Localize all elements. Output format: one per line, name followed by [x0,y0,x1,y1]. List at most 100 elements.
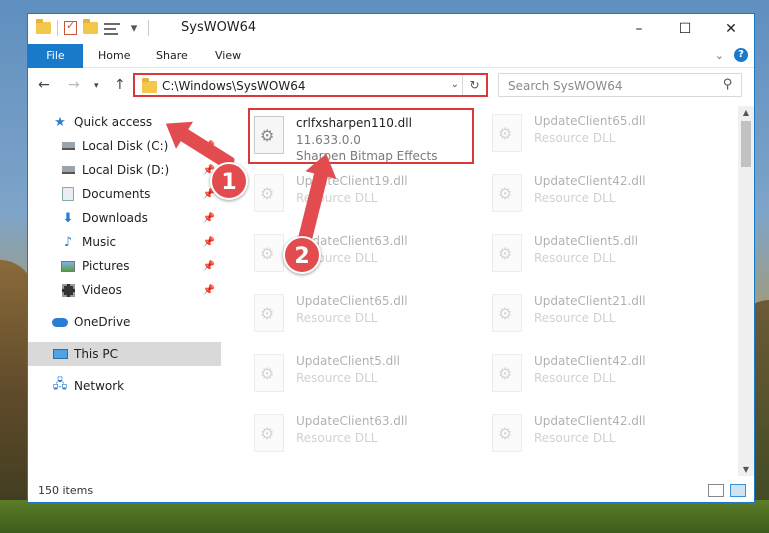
dll-file-icon [492,294,522,332]
nav-music[interactable]: ♪ Music 📌 [28,230,221,254]
title-bar: ▾ SysWOW64 – ☐ ✕ [28,14,754,44]
file-item[interactable]: UpdateClient19.dll Resource DLL [250,168,475,222]
address-bar[interactable]: C:\Windows\SysWOW64 ⌄ ↻ [133,73,488,97]
recent-locations-icon[interactable]: ▾ [94,81,99,91]
details-view-icon[interactable] [708,484,724,497]
annotation-step-1: 1 [210,162,248,200]
nav-onedrive[interactable]: OneDrive [28,310,221,334]
file-type: Resource DLL [296,311,378,325]
network-icon: 🖧 [52,377,68,392]
file-type: Resource DLL [534,311,616,325]
toolbar-separator [57,20,58,36]
folder-icon [142,78,157,93]
nav-label: Quick access [74,115,153,129]
file-type: Resource DLL [296,371,378,385]
pin-icon[interactable]: 📌 [203,261,215,272]
pin-icon[interactable]: 📌 [203,285,215,296]
large-icons-view-icon[interactable] [730,484,746,497]
search-input[interactable]: Search SysWOW64 ⚲ [498,73,742,97]
back-arrow-icon[interactable]: ← [38,77,50,93]
file-type: Resource DLL [534,431,616,445]
drive-icon [60,139,76,153]
toolbar-dropdown-icon[interactable]: ▾ [126,21,142,36]
file-type: Resource DLL [534,191,616,205]
dll-file-icon [492,354,522,392]
search-icon[interactable]: ⚲ [723,77,733,92]
forward-arrow-icon[interactable]: → [68,77,80,93]
close-button[interactable]: ✕ [708,14,754,44]
tab-view[interactable]: View [215,44,241,68]
file-name: UpdateClient21.dll [534,294,646,308]
window-controls: – ☐ ✕ [616,14,754,44]
file-item[interactable]: UpdateClient65.dll Resource DLL [488,108,713,162]
file-item[interactable]: UpdateClient5.dll Resource DLL [488,228,713,282]
nav-network[interactable]: 🖧 Network [28,374,221,398]
file-item[interactable]: UpdateClient5.dll Resource DLL [250,348,475,402]
file-name: UpdateClient5.dll [534,234,638,248]
drive-icon [60,163,76,177]
scrollbar-thumb[interactable] [741,121,751,167]
help-icon[interactable]: ? [734,48,748,62]
navigation-pane: ★ Quick access Local Disk (C:) 📌 Local D… [28,106,221,476]
dll-file-icon [254,116,284,154]
up-arrow-icon[interactable]: ↑ [114,77,126,93]
file-item[interactable]: UpdateClient21.dll Resource DLL [488,288,713,342]
file-name: UpdateClient42.dll [534,414,646,428]
status-bar: 150 items [28,480,754,502]
dll-file-icon [492,114,522,152]
window-title: SysWOW64 [181,20,257,35]
nav-videos[interactable]: Videos 📌 [28,278,221,302]
file-item[interactable]: UpdateClient42.dll Resource DLL [488,168,713,222]
file-item[interactable]: UpdateClient63.dll Resource DLL [250,408,475,462]
ribbon-controls: ⌄ ? [715,48,748,62]
documents-icon [60,187,76,201]
dll-file-icon [492,174,522,212]
vertical-scrollbar[interactable]: ▲ ▼ [738,106,754,476]
file-type: Resource DLL [296,431,378,445]
nav-pictures[interactable]: Pictures 📌 [28,254,221,278]
computer-icon [52,347,68,361]
tab-share[interactable]: Share [156,44,188,68]
nav-documents[interactable]: Documents 📌 [28,182,221,206]
tab-home[interactable]: Home [98,44,130,68]
folder-icon [36,19,51,34]
star-icon: ★ [54,114,66,130]
file-type: Resource DLL [534,131,616,145]
scroll-down-icon[interactable]: ▼ [738,465,754,474]
nav-local-disk-d[interactable]: Local Disk (D:) 📌 [28,158,221,182]
music-icon: ♪ [63,234,73,250]
expand-ribbon-icon[interactable]: ⌄ [715,49,724,62]
file-item[interactable]: UpdateClient42.dll Resource DLL [488,408,713,462]
pin-icon[interactable]: 📌 [203,237,215,248]
refresh-icon[interactable]: ↻ [462,75,486,95]
maximize-button[interactable]: ☐ [662,14,708,44]
customize-view-icon[interactable] [104,22,120,35]
chevron-down-icon[interactable]: ⌄ [451,79,459,90]
nav-label: Pictures [82,259,130,273]
dll-file-icon [492,414,522,452]
file-name: UpdateClient65.dll [296,294,408,308]
file-list: crlfxsharpen110.dll 11.633.0.0 Sharpen B… [222,106,738,476]
address-path[interactable]: C:\Windows\SysWOW64 [162,79,306,93]
minimize-button[interactable]: – [616,14,662,44]
explorer-window: ▾ SysWOW64 – ☐ ✕ File Home Share View ⌄ … [27,13,755,503]
nav-label: Downloads [82,211,148,225]
file-item[interactable]: UpdateClient65.dll Resource DLL [250,288,475,342]
file-item[interactable]: UpdateClient42.dll Resource DLL [488,348,713,402]
file-item-highlighted[interactable]: crlfxsharpen110.dll 11.633.0.0 Sharpen B… [248,108,474,164]
nav-label: OneDrive [74,315,131,329]
quick-access-toolbar: ▾ [36,19,149,36]
tab-file[interactable]: File [28,44,83,68]
scroll-up-icon[interactable]: ▲ [738,108,754,117]
properties-check-icon[interactable] [64,19,77,35]
file-name: crlfxsharpen110.dll [296,116,412,130]
file-name: UpdateClient42.dll [534,174,646,188]
pin-icon[interactable]: 📌 [203,213,215,224]
nav-label: Documents [82,187,151,201]
nav-this-pc[interactable]: This PC [28,342,221,366]
nav-label: Network [74,379,125,393]
nav-downloads[interactable]: ⬇ Downloads 📌 [28,206,221,230]
new-folder-icon[interactable] [83,19,98,34]
file-name: UpdateClient5.dll [296,354,400,368]
ribbon: File Home Share View ⌄ ? [28,44,754,68]
